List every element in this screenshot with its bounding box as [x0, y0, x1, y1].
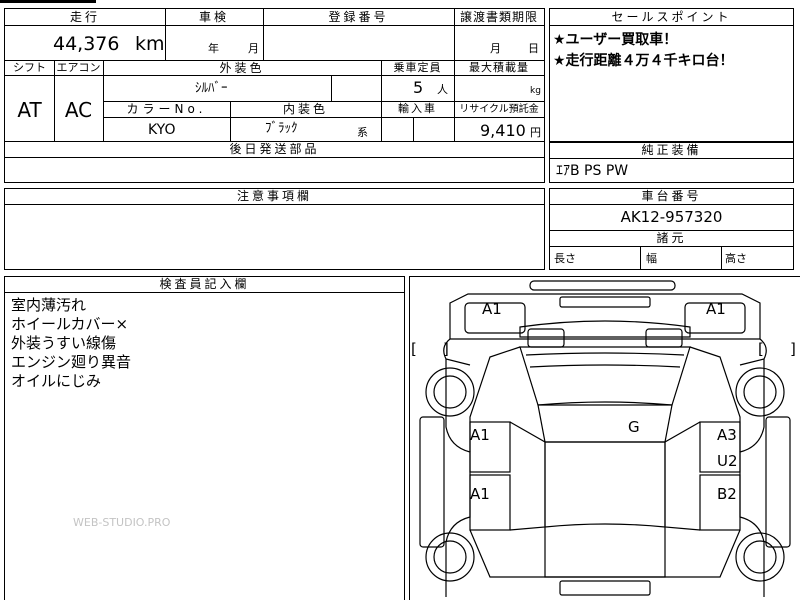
transfer-month-label: 月	[490, 42, 501, 55]
genuine-equipment-header: 純正装備	[641, 143, 702, 157]
inspector-notes-header: 検査員記入欄	[159, 277, 250, 291]
mileage-unit: km	[135, 33, 165, 55]
mark-right-front-door: A3	[717, 426, 737, 444]
color-no-header: カラーNo.	[126, 102, 207, 116]
recycle-unit: 円	[530, 126, 541, 139]
mark-left-rear-door: A1	[470, 485, 490, 503]
transfer-day-label: 日	[528, 42, 539, 55]
car-diagram-box: A1 A1 G A1 A1 A3 U2 B2 [ ] [ ]	[409, 276, 800, 600]
inspection-year-label: 年	[208, 42, 219, 55]
capacity-value: 5	[413, 78, 424, 97]
inspection-header: 車検	[198, 10, 229, 24]
sales-points-header: セールスポイント	[611, 10, 732, 24]
sales-point-item: ★走行距離４万４千キロ台！	[553, 53, 734, 69]
dimensions-header: 諸元	[656, 231, 687, 245]
bracket-close: ]	[443, 340, 449, 358]
shift-value: AT	[17, 98, 42, 122]
inspector-note-line: エンジン廻り異音	[11, 353, 132, 371]
max-load-unit: kg	[530, 86, 541, 96]
interior-color-header: 内装色	[282, 102, 328, 116]
chassis-number-value: AK12-957320	[620, 208, 723, 226]
mark-left-front-door: A1	[470, 426, 490, 444]
aircon-value: AC	[64, 98, 93, 122]
exterior-color-header: 外装色	[219, 61, 265, 75]
dimension-width-label: 幅	[646, 252, 657, 265]
genuine-equipment-value: ｴｱB PS PW	[556, 163, 629, 179]
transfer-deadline-header: 譲渡書類期限	[459, 10, 538, 24]
dimension-height-label: 高さ	[725, 252, 747, 265]
spec-table: 走行 車検 登録番号 譲渡書類期限 44,376 km 年 月 月 日 シフト …	[4, 8, 545, 183]
inspection-month-label: 月	[248, 42, 259, 55]
mark-front-left: A1	[482, 300, 502, 318]
genuine-equipment-box: 純正装備 ｴｱB PS PW	[549, 142, 794, 183]
mark-right-front-door: U2	[717, 452, 738, 470]
max-load-header: 最大積載量	[469, 61, 529, 74]
recycle-value: 9,410	[480, 121, 526, 140]
import-header: 輸入車	[398, 102, 437, 115]
mileage-header: 走行	[69, 10, 100, 24]
inspector-note-line: 室内薄汚れ	[11, 296, 87, 314]
mark-roof: G	[628, 418, 640, 436]
aircon-header: エアコン	[56, 61, 101, 74]
car-outline	[419, 280, 791, 597]
mileage-value: 44,376	[53, 33, 120, 55]
watermark: WEB-STUDIO.PRO	[73, 516, 171, 529]
capacity-header: 乗車定員	[393, 61, 442, 74]
sales-points-box: セールスポイント ★ユーザー買取車！ ★走行距離４万４千キロ台！	[549, 8, 794, 142]
caution-box: 注意事項欄	[4, 188, 545, 270]
inspector-notes-box: 検査員記入欄 室内薄汚れ ホイールカバー× 外装うすい線傷 エンジン廻り異音 オ…	[4, 276, 405, 600]
dimension-length-label: 長さ	[554, 252, 576, 265]
mark-right-rear-door: B2	[717, 485, 737, 503]
color-no-value: KYO	[148, 122, 176, 138]
recycle-header: リサイクル預託金	[459, 104, 539, 115]
interior-color-value: ﾌﾞﾗｯｸ	[265, 121, 298, 136]
sales-point-item: ★ユーザー買取車！	[553, 32, 678, 48]
capacity-unit: 人	[437, 83, 448, 96]
mark-front-right: A1	[706, 300, 726, 318]
inspector-note-line: 外装うすい線傷	[11, 334, 117, 352]
bracket-open: [	[411, 340, 417, 358]
registration-header: 登録番号	[328, 10, 389, 24]
bracket-close: ]	[790, 340, 796, 358]
chassis-number-header: 車台番号	[641, 189, 702, 203]
shift-header: シフト	[13, 61, 46, 74]
header-dark-strip	[0, 0, 96, 3]
inspector-note-line: オイルにじみ	[11, 372, 102, 390]
chassis-box: 車台番号 AK12-957320 諸元 長さ 幅 高さ	[549, 188, 794, 270]
inspector-note-line: ホイールカバー×	[11, 315, 129, 333]
interior-color-suffix: 系	[357, 126, 368, 139]
caution-header: 注意事項欄	[236, 189, 312, 203]
later-parts-header: 後日発送部品	[229, 142, 320, 156]
exterior-color-value: ｼﾙﾊﾞｰ	[195, 81, 228, 96]
bracket-open: [	[758, 340, 764, 358]
